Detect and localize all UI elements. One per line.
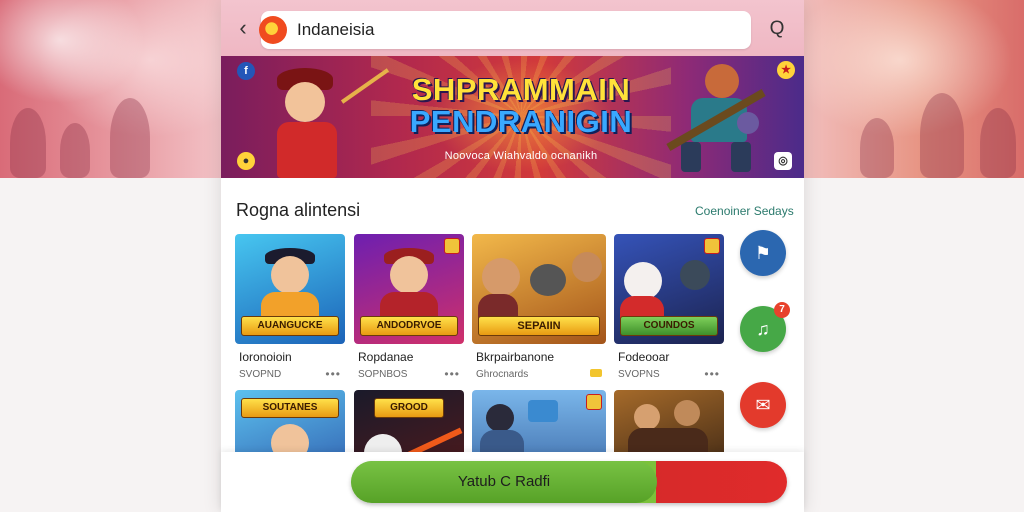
- speech-bubble-button[interactable]: ✉: [740, 382, 786, 428]
- game-logo: AUANGUCKE: [241, 316, 339, 336]
- game-logo: SEPAIIN: [478, 316, 600, 336]
- game-thumbnail[interactable]: AUANGUCKE: [235, 234, 345, 344]
- banner-title: SHPRAMMAIN PENDRANIGIN: [409, 72, 633, 139]
- game-card[interactable]: COUNDOS Fodeooar SVOPNS •••: [614, 234, 724, 381]
- megaphone-button[interactable]: ♫ 7: [740, 302, 790, 352]
- download-button[interactable]: Yatub C Radfi: [351, 461, 787, 503]
- banner-hero-left: [241, 56, 390, 178]
- chat-flag-button[interactable]: ⚑: [740, 230, 786, 276]
- tag-icon: [590, 369, 602, 377]
- notification-count: 7: [774, 302, 790, 318]
- search-icon[interactable]: Q: [761, 14, 793, 44]
- game-name: Fodeooar: [618, 350, 670, 364]
- coin-icon: ●: [237, 152, 255, 170]
- more-options-icon[interactable]: •••: [444, 367, 460, 381]
- back-chevron-icon[interactable]: ‹: [233, 14, 253, 42]
- rating-badge-icon: ◎: [774, 152, 792, 170]
- game-meta: SVOPND •••: [239, 367, 341, 381]
- download-button-label: Yatub C Radfi: [457, 473, 551, 490]
- corner-badge-icon: [704, 238, 720, 254]
- game-logo: COUNDOS: [620, 316, 718, 336]
- section-see-all-link[interactable]: Coenoiner Sedays: [695, 204, 794, 218]
- bottom-action-bar: Yatub C Radfi: [221, 452, 804, 512]
- app-panel: ‹ Indaneisia Q SHPRAMMAIN PENDRANIGIN No…: [221, 0, 804, 512]
- corner-badge-icon: [586, 394, 602, 410]
- crowd-silhouette-left: [0, 88, 180, 178]
- game-name: Ropdanae: [358, 350, 414, 364]
- facebook-icon[interactable]: f: [237, 62, 255, 80]
- search-input[interactable]: Indaneisia: [297, 11, 375, 49]
- game-thumbnail[interactable]: ANDODRVOE: [354, 234, 464, 344]
- game-name: Ioronoioin: [239, 350, 292, 364]
- game-logo: SOUTANES: [241, 398, 339, 418]
- promo-banner[interactable]: SHPRAMMAIN PENDRANIGIN Noovoca Wiahvaldo…: [221, 56, 804, 178]
- game-meta: SOPNBOS •••: [358, 367, 460, 381]
- banner-subtitle: Noovoca Wiahvaldo ocnanikh: [444, 150, 598, 162]
- crowd-silhouette-right: [840, 88, 1024, 178]
- game-name: Bkrpairbanone: [476, 350, 555, 364]
- game-thumbnail[interactable]: COUNDOS: [614, 234, 724, 344]
- search-field[interactable]: Indaneisia: [259, 11, 751, 49]
- game-meta: Ghrocnards: [472, 369, 606, 380]
- game-logo: ANDODRVOE: [360, 316, 458, 336]
- game-card[interactable]: AUANGUCKE Ioronoioin SVOPND •••: [235, 234, 345, 381]
- more-options-icon[interactable]: •••: [325, 367, 341, 381]
- corner-badge-icon: [444, 238, 460, 254]
- game-thumbnail[interactable]: SEPAIIN: [472, 234, 606, 344]
- search-bar: ‹ Indaneisia Q: [221, 0, 804, 56]
- promo-badge-icon: ★: [777, 61, 795, 79]
- game-card[interactable]: SEPAIIN Bkrpairbanone Ghrocnards: [472, 234, 606, 380]
- game-logo: GROOD: [374, 398, 444, 418]
- section-title: Rogna alintensi: [236, 200, 361, 220]
- banner-hero-right: [661, 56, 781, 178]
- app-logo-icon: [259, 16, 287, 44]
- megaphone-icon: ♫: [756, 319, 770, 339]
- game-card[interactable]: ANDODRVOE Ropdanae SOPNBOS •••: [354, 234, 464, 381]
- more-options-icon[interactable]: •••: [704, 367, 720, 381]
- game-meta: SVOPNS •••: [618, 367, 720, 381]
